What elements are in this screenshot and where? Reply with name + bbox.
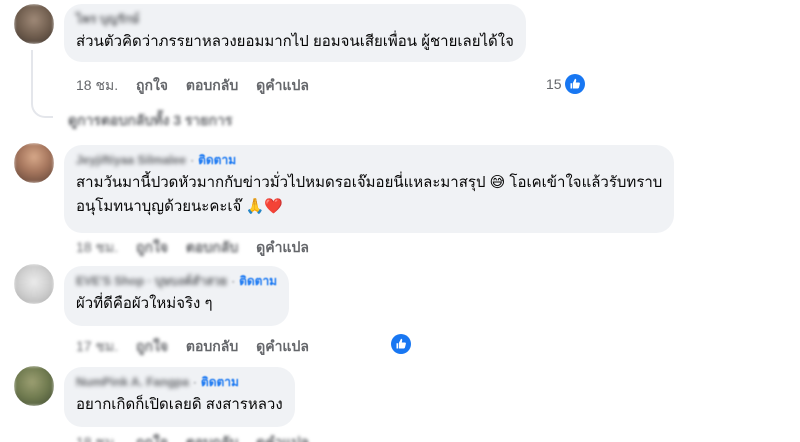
comment-bubble: EVE'S Shop · บุษบงค์สำสวย · ติดตาม ผัวที่ด… [64,266,290,326]
comment-text: ผัวที่ดีคือผัวใหม่จริง ๆ [76,295,213,312]
comment-time[interactable]: 18 ชม. [76,239,118,255]
like-button[interactable]: ถูกใจ [136,239,168,255]
follow-button[interactable]: ติดตาม [198,153,236,167]
comment-actions: 17 ชม. ถูกใจ ตอบกลับ ดูคำแปล [76,336,323,358]
avatar[interactable] [14,264,54,304]
comment-bubble: ไพร บุญรักษ์ ส่วนตัวคิดว่าภรรยาหลวงยอมมา… [64,4,526,62]
comment-author[interactable]: ไพร บุญรักษ์ [76,12,139,26]
thumbs-up-icon [391,334,411,354]
reply-button[interactable]: ตอบกลับ [186,338,238,354]
comment-text: สามวันมานี้ปวดหัวมากกับข่าวมั่วไปหมดรอเจ… [76,174,663,191]
comment-text: อยากเกิดก็เปิดเลยดิ สงสารหลวง [76,396,283,413]
like-button[interactable]: ถูกใจ [136,338,168,354]
thumbs-up-icon [564,74,585,94]
follow-button[interactable]: ติดตาม [239,274,277,288]
avatar[interactable] [14,366,54,406]
comment-time[interactable]: 18 ชม. [76,434,118,442]
avatar[interactable] [14,4,54,44]
reply-thread-curve [31,88,53,118]
like-button[interactable]: ถูกใจ [136,434,168,442]
comment-bubble: Jeyjiftiyaa Silmalee · ติดตาม สามวันมานี้ป… [64,145,675,233]
follow-button[interactable]: ติดตาม [201,375,239,389]
avatar[interactable] [14,143,54,183]
reaction-count: 15 [546,76,562,92]
comment-author[interactable]: EVE'S Shop · บุษบงค์สำสวย [76,274,227,288]
reply-button[interactable]: ตอบกลับ [186,77,238,93]
comment-author[interactable]: NumPink A. Fangpa [76,375,189,389]
reaction-summary[interactable] [388,334,411,354]
comment-time[interactable]: 18 ชม. [76,77,118,93]
comment-actions: 18 ชม. ถูกใจ ตอบกลับ ดูคำแปล [76,75,323,97]
reply-button[interactable]: ตอบกลับ [186,434,238,442]
translate-link[interactable]: ดูคำแปล [256,338,309,354]
comment-text: อนุโมทนาบุญด้วยนะคะเจ๊ 🙏❤️ [76,198,283,215]
reaction-summary[interactable]: 15 [546,74,585,94]
translate-link[interactable]: ดูคำแปล [256,77,309,93]
comment-author[interactable]: Jeyjiftiyaa Silmalee [76,153,186,167]
translate-link[interactable]: ดูคำแปล [256,434,309,442]
comment-time[interactable]: 17 ชม. [76,338,118,354]
comment-text: ส่วนตัวคิดว่าภรรยาหลวงยอมมากไป ยอมจนเสีย… [76,33,514,50]
view-replies-link[interactable]: ดูการตอบกลับทั้ง 3 รายการ [68,110,232,132]
like-button[interactable]: ถูกใจ [136,77,168,93]
reply-button[interactable]: ตอบกลับ [186,239,238,255]
comment-bubble: NumPink A. Fangpa · ติดตาม อยากเกิดก็เปิดเ… [64,367,295,427]
translate-link[interactable]: ดูคำแปล [256,239,309,255]
comment-actions: 18 ชม. ถูกใจ ตอบกลับ ดูคำแปล [76,432,323,442]
comment-actions: 18 ชม. ถูกใจ ตอบกลับ ดูคำแปล [76,237,323,259]
